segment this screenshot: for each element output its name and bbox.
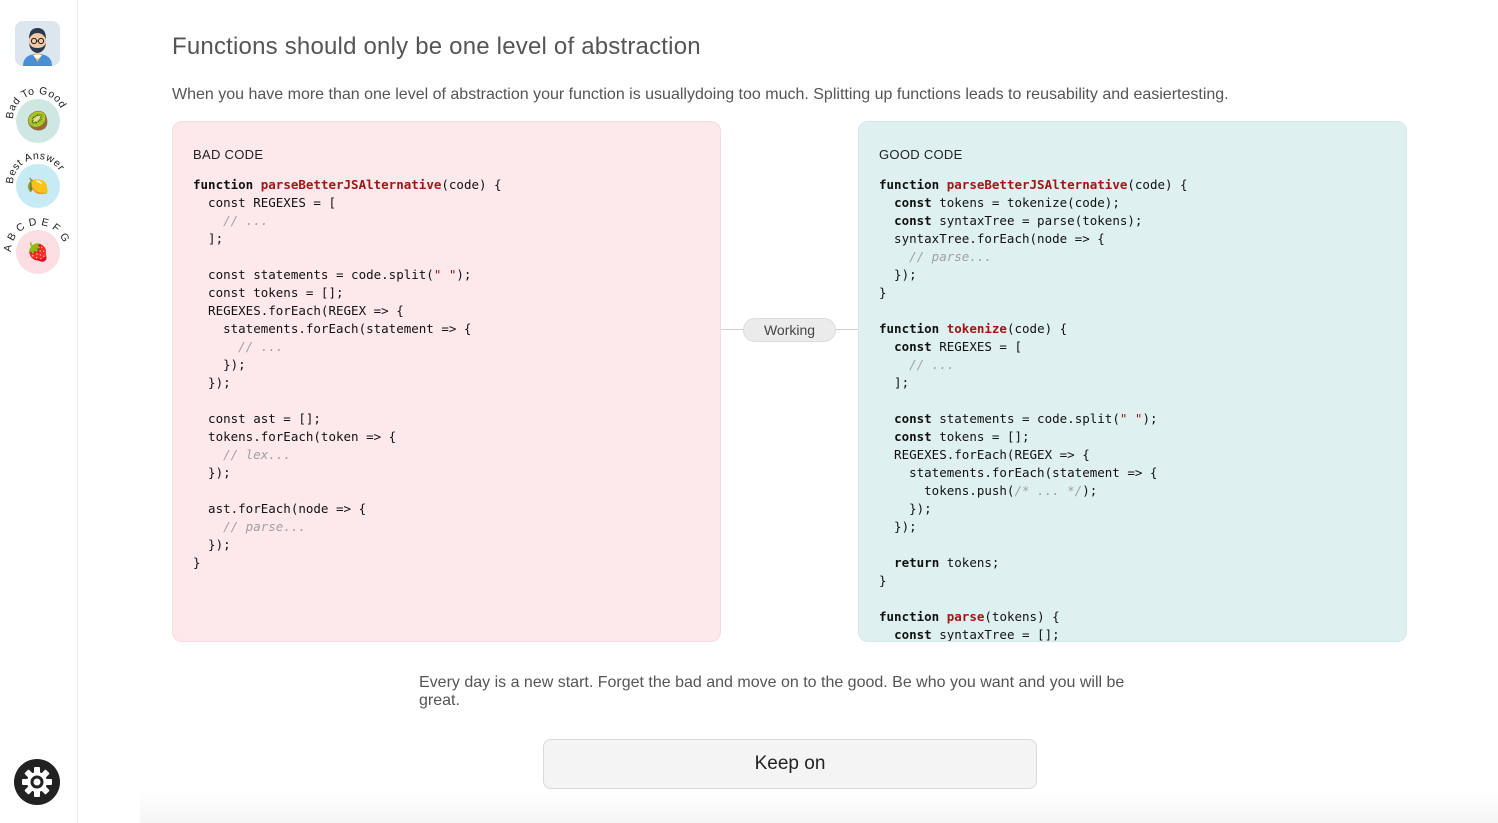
kiwi-icon: 🥝 bbox=[16, 99, 60, 143]
bad-code-block: function parseBetterJSAlternative(code) … bbox=[193, 177, 502, 570]
avatar-icon bbox=[15, 21, 60, 66]
sidebar: Bad To Good 🥝 Best Answer 🍋 A B C D E F … bbox=[0, 0, 78, 823]
page-title: Functions should only be one level of ab… bbox=[172, 33, 701, 60]
good-code-label: GOOD CODE bbox=[879, 147, 963, 162]
motivational-quote: Every day is a new start. Forget the bad… bbox=[419, 674, 1125, 709]
strawberry-icon: 🍓 bbox=[16, 230, 60, 274]
sidebar-item-bad-to-good[interactable]: Bad To Good 🥝 bbox=[4, 83, 71, 149]
sidebar-item-best-answer[interactable]: Best Answer 🍋 bbox=[4, 148, 71, 214]
bad-code-label: BAD CODE bbox=[193, 147, 264, 162]
lemon-icon: 🍋 bbox=[16, 164, 60, 208]
settings-button[interactable] bbox=[14, 759, 60, 805]
avatar[interactable] bbox=[15, 21, 60, 66]
gear-icon bbox=[22, 767, 52, 797]
bottom-fade bbox=[140, 790, 1498, 823]
sidebar-item-abcdefg[interactable]: A B C D E F G 🍓 bbox=[2, 214, 71, 280]
page-description: When you have more than one level of abs… bbox=[172, 86, 1229, 103]
working-badge: Working bbox=[743, 318, 836, 342]
bad-code-panel: BAD CODE function parseBetterJSAlternati… bbox=[172, 121, 721, 642]
good-code-panel: GOOD CODE function parseBetterJSAlternat… bbox=[858, 121, 1407, 642]
keep-on-button[interactable]: Keep on bbox=[543, 739, 1037, 789]
good-code-block: function parseBetterJSAlternative(code) … bbox=[879, 177, 1188, 642]
